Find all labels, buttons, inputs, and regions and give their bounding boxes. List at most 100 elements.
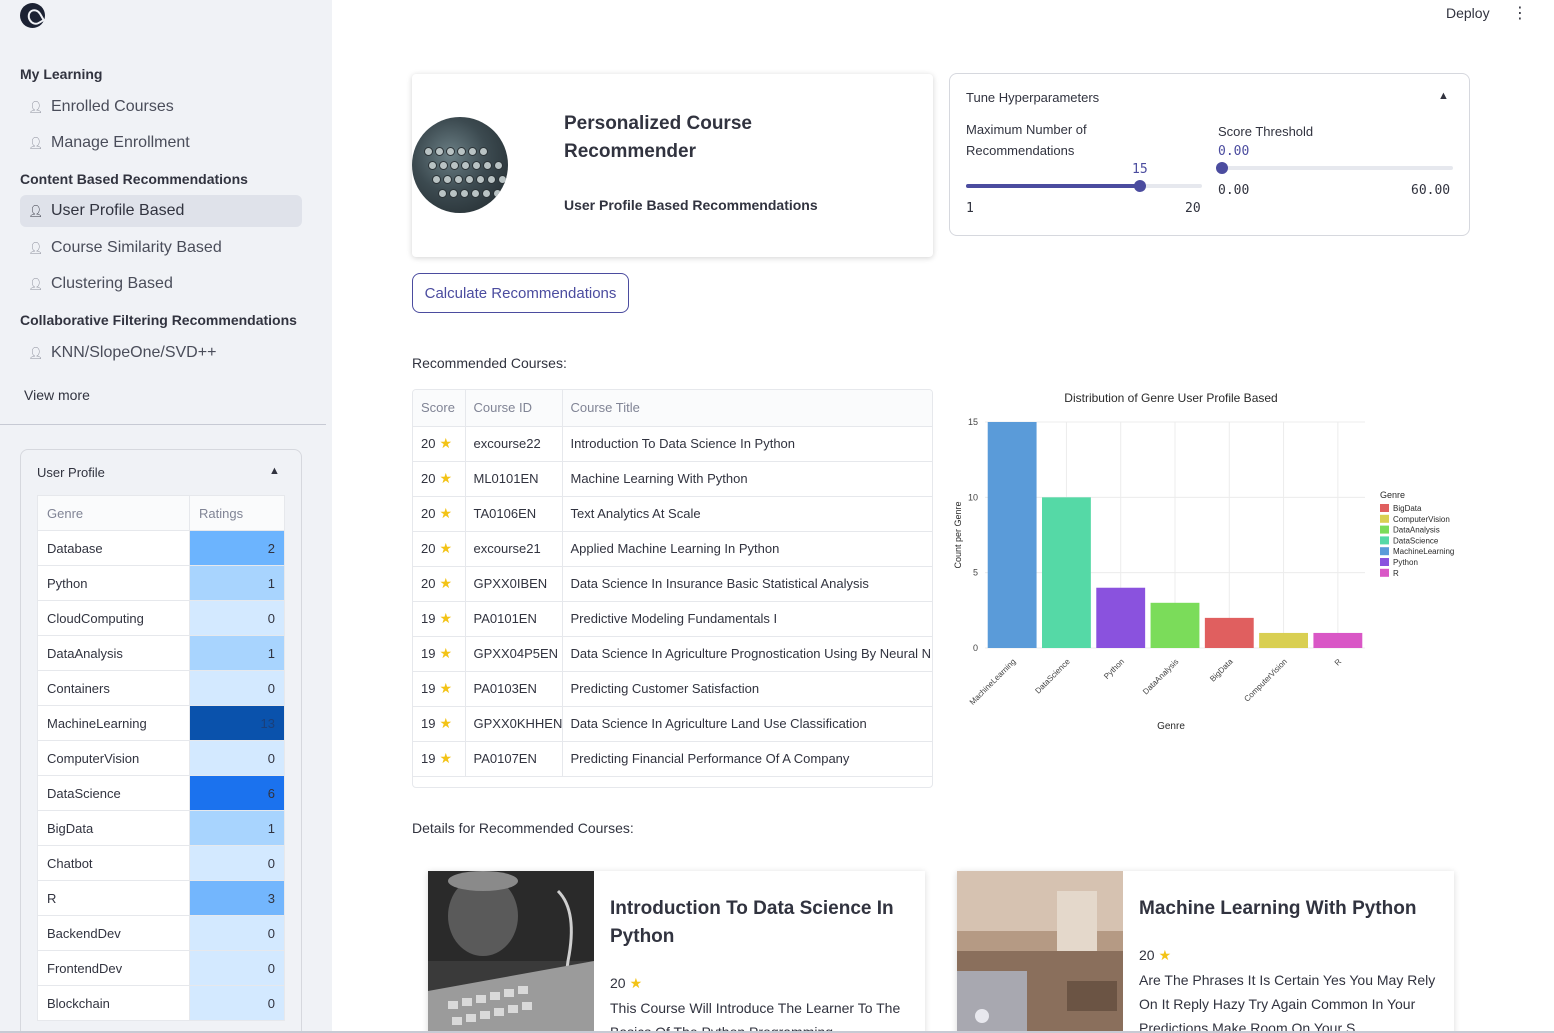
sidebar-item-enrolled-courses[interactable]: 👤︎ Enrolled Courses [20, 91, 302, 123]
legend-swatch [1380, 536, 1389, 545]
table-row[interactable]: 20 ★ GPXX0IBEN Data Science In Insurance Ba… [413, 566, 932, 602]
max-recommendations-min: 1 [966, 201, 974, 216]
legend-entry: DataScience [1393, 536, 1439, 545]
user-profile-title[interactable]: User Profile [37, 465, 105, 480]
table-row[interactable]: 20 ★ excourse21 Applied Machine Learning In… [413, 531, 932, 567]
kebab-menu-icon[interactable]: ⋮ [1512, 5, 1528, 23]
course-detail-card[interactable]: Machine Learning With Python 20 ★ Are The… [957, 871, 1454, 1033]
star-icon: ★ [439, 610, 453, 626]
table-row[interactable]: 20 ★ excourse22 Introduction To Data Scienc… [413, 426, 932, 462]
sidebar-item-knn-slopeone-svd[interactable]: 👤︎ KNN/SlopeOne/SVD++ [20, 337, 302, 369]
course-title: Machine Learning With Python [1139, 898, 1417, 919]
rating-cell: 0 [189, 740, 285, 776]
column-header-score[interactable]: Score [413, 390, 466, 427]
typewriter-key [449, 189, 458, 198]
score-threshold-slider[interactable] [1216, 162, 1453, 174]
star-icon: ★ [439, 435, 453, 451]
typewriter-key [472, 161, 481, 170]
slider-thumb[interactable] [1134, 180, 1146, 192]
genre-cell: R [37, 880, 190, 916]
genre-cell: MachineLearning [37, 705, 190, 741]
score-threshold-label: Score Threshold [1218, 124, 1314, 139]
chevron-up-icon[interactable]: ▲︎ [269, 465, 280, 477]
table-row[interactable]: 20 ★ TA0106EN Text Analytics At Scale [413, 496, 932, 532]
legend-entry: BigData [1393, 504, 1422, 513]
sidebar-item-manage-enrollment[interactable]: 👤︎ Manage Enrollment [20, 127, 302, 159]
typewriter-key [479, 147, 488, 156]
hyperparameters-title[interactable]: Tune Hyperparameters [966, 90, 1099, 105]
column-header-course-title[interactable]: Course Title [562, 390, 932, 427]
typewriter-key [435, 147, 444, 156]
sidebar-item-user-profile-based[interactable]: 👤︎ User Profile Based [20, 195, 302, 227]
course-title-cell: Machine Learning With Python [562, 461, 932, 497]
table-row: Containers 0 [37, 670, 285, 706]
genre-cell: CloudComputing [37, 600, 190, 636]
sidebar-item-course-similarity-based[interactable]: 👤︎ Course Similarity Based [20, 232, 302, 264]
legend-swatch [1380, 514, 1389, 523]
slider-thumb[interactable] [1216, 162, 1228, 174]
score-value: 20 [421, 471, 436, 486]
rating-cell: 3 [189, 880, 285, 916]
view-more-link[interactable]: View more [24, 387, 90, 403]
rating-cell: 0 [189, 670, 285, 706]
table-row[interactable]: 19 ★ PA0103EN Predicting Customer Satisfact… [413, 671, 932, 707]
course-thumbnail-image [957, 871, 1123, 1033]
table-row: Database 2 [37, 530, 285, 566]
hyperparameters-expander: Tune Hyperparameters ▲︎ Maximum Number o… [949, 73, 1470, 236]
rating-cell: 1 [189, 810, 285, 846]
genre-cell: Containers [37, 670, 190, 706]
typewriter-key [439, 161, 448, 170]
star-icon: ★ [439, 575, 453, 591]
course-score-value: 20 [1139, 947, 1155, 963]
course-id-cell: GPXX0IBEN [465, 566, 563, 602]
typewriter-key [460, 189, 469, 198]
user-plus-icon: 👤︎ [28, 241, 44, 255]
recommended-courses-table[interactable]: Score Course ID Course Title 20 ★ excourse… [412, 389, 933, 788]
sidebar-item-label: KNN/SlopeOne/SVD++ [51, 344, 217, 361]
legend-entry: MachineLearning [1393, 547, 1454, 556]
chevron-up-icon[interactable]: ▲︎ [1438, 90, 1449, 102]
genre-cell: Chatbot [37, 845, 190, 881]
course-thumbnail-image [428, 871, 594, 1033]
sidebar-item-clustering-based[interactable]: 👤︎ Clustering Based [20, 268, 302, 300]
column-header-course-id[interactable]: Course ID [465, 390, 563, 427]
score-value: 20 [421, 576, 436, 591]
sidebar-item-label: Enrolled Courses [51, 98, 174, 115]
x-tick-label: DataScience [1033, 657, 1072, 696]
table-row[interactable]: 19 ★ GPXX0KHHEN Data Science In Agriculture… [413, 706, 932, 742]
course-detail-card[interactable]: Introduction To Data Science In Python 2… [428, 871, 925, 1033]
genre-distribution-chart: Distribution of Genre User Profile Based… [953, 391, 1454, 732]
course-title: Introduction To Data Science In Python [610, 898, 894, 947]
table-row[interactable]: 19 ★ GPXX04P5EN Data Science In Agriculture… [413, 636, 932, 672]
chart-bar [987, 422, 1037, 648]
score-value: 20 [421, 506, 436, 521]
user-plus-icon: 👤︎ [28, 204, 44, 218]
nav-heading-collaborative: Collaborative Filtering Recommendations [20, 312, 297, 328]
recommended-courses-label: Recommended Courses: [412, 355, 567, 371]
max-recommendations-max: 20 [1185, 201, 1201, 216]
calculate-recommendations-button[interactable]: Calculate Recommendations [412, 273, 629, 313]
x-tick-label: ComputerVision [1242, 657, 1289, 704]
score-cell: 19 ★ [413, 741, 466, 777]
x-tick-label: BigData [1208, 657, 1235, 684]
typewriter-key [471, 189, 480, 198]
table-row[interactable]: 19 ★ PA0101EN Predictive Modeling Fundament… [413, 601, 932, 637]
deploy-button[interactable]: Deploy [1446, 5, 1490, 21]
score-value: 19 [421, 611, 436, 626]
max-recommendations-slider[interactable] [966, 180, 1202, 192]
score-cell: 20 ★ [413, 461, 466, 497]
rating-cell: 6 [189, 775, 285, 811]
table-row[interactable]: 19 ★ PA0107EN Predicting Financial Performa… [413, 741, 932, 777]
genre-cell: DataScience [37, 775, 190, 811]
column-header-genre[interactable]: Genre [37, 495, 190, 531]
typewriter-key [446, 147, 455, 156]
table-row: Chatbot 0 [37, 845, 285, 881]
score-cell: 20 ★ [413, 566, 466, 602]
y-tick-label: 0 [973, 643, 978, 653]
legend-entry: ComputerVision [1393, 515, 1450, 524]
rating-cell: 0 [189, 600, 285, 636]
table-row[interactable]: 20 ★ ML0101EN Machine Learning With Python [413, 461, 932, 497]
score-cell: 19 ★ [413, 636, 466, 672]
score-value: 19 [421, 681, 436, 696]
column-header-ratings[interactable]: Ratings [189, 495, 285, 531]
